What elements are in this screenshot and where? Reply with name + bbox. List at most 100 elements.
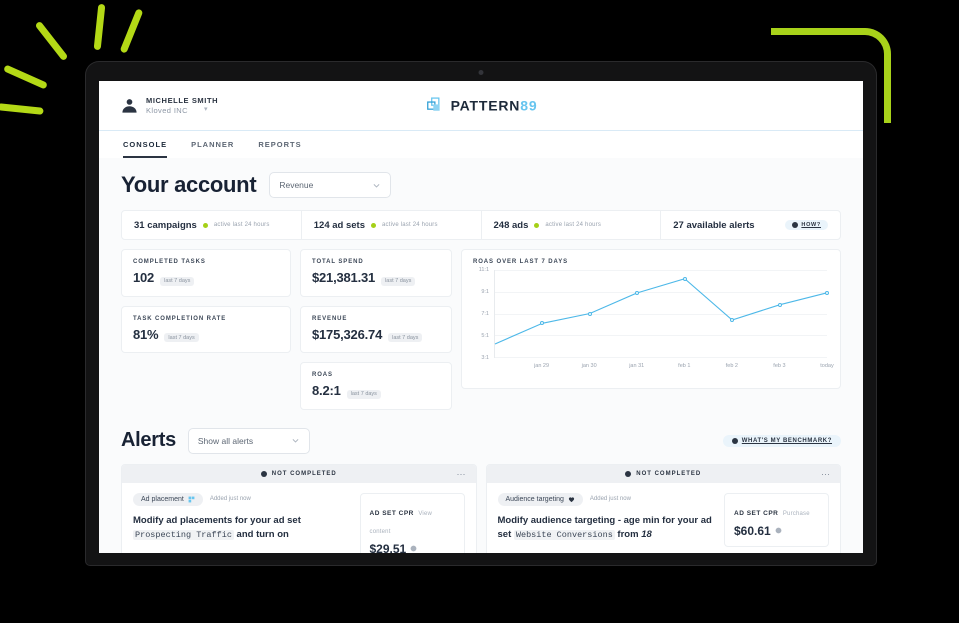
how-button[interactable]: HOW?	[785, 220, 828, 230]
roas-chart-card: ROAS OVER LAST 7 DAYS 3:1 5:1 7:1 9:1 11:1 j…	[461, 249, 841, 389]
question-dot-icon	[731, 437, 738, 444]
alert-code-token: Website Conversions	[513, 530, 615, 541]
alerts-count: 27 available alerts	[673, 219, 755, 231]
info-circle-icon[interactable]	[775, 527, 782, 534]
chart-x-tick-label: feb 1	[678, 363, 691, 369]
tab-console[interactable]: CONSOLE	[123, 140, 168, 158]
chart-gridline	[495, 357, 827, 358]
campaigns-count: 31 campaigns	[134, 219, 197, 231]
metric-period: last 7 days	[346, 389, 381, 399]
status-badge: NOT COMPLETED	[636, 470, 702, 477]
laptop-mockup: MICHELLE SMITH Kloved INC ▾ PATTERN89 CO…	[86, 62, 876, 565]
tab-planner[interactable]: PLANNER	[191, 140, 234, 158]
alert-added-time: Added just now	[589, 496, 631, 502]
chart-y-axis: 3:1 5:1 7:1 9:1 11:1	[473, 267, 492, 361]
metric-label: TOTAL SPEND	[312, 259, 364, 265]
alert-value-italic: 18	[641, 529, 652, 541]
account-switcher[interactable]: MICHELLE SMITH Kloved INC ▾	[121, 96, 218, 115]
metrics-and-chart: COMPLETED TASKS 102 last 7 days TASK COM…	[121, 249, 841, 410]
alerts-title: Alerts	[121, 429, 176, 451]
cpr-kind: Purchase	[782, 510, 810, 517]
info-circle-icon[interactable]	[410, 545, 417, 552]
chart-x-axis: jan 29 jan 30 jan 31 feb 1 feb 2 feb 3 today	[494, 360, 834, 374]
chevron-down-icon	[292, 439, 299, 443]
chart-y-tick-label: 9:1	[481, 289, 489, 295]
chart-x-tick-label: feb 3	[773, 363, 786, 369]
metric-card-completed-tasks: COMPLETED TASKS 102 last 7 days	[121, 249, 291, 297]
benchmark-button[interactable]: WHAT'S MY BENCHMARK?	[722, 434, 841, 447]
chart-data-point	[540, 321, 545, 326]
page-title: Your account	[121, 172, 257, 197]
tab-reports[interactable]: REPORTS	[258, 140, 301, 158]
metric-label: TASK COMPLETION RATE	[133, 315, 227, 322]
status-badge: NOT COMPLETED	[271, 470, 337, 477]
alert-text: Modify audience targeting - age min for …	[497, 514, 712, 541]
audience-target-icon	[568, 496, 575, 502]
main-content: Your account Revenue 31 campaigns active…	[99, 158, 863, 553]
user-name: MICHELLE SMITH	[146, 96, 219, 106]
webcam-icon	[478, 70, 484, 75]
green-status-dot	[534, 222, 540, 228]
chart-data-point	[825, 290, 829, 295]
company-name: Kloved INC	[146, 105, 188, 115]
cpr-value: $29.51	[369, 541, 407, 554]
chart-data-point	[587, 311, 592, 316]
metric-value: 8.2:1	[312, 383, 341, 398]
ad-sets-count: 124 ad sets	[313, 219, 365, 231]
chart-y-tick-label: 3:1	[481, 355, 489, 361]
metric-period: last 7 days	[160, 276, 195, 286]
metric-label: ROAS	[312, 372, 333, 378]
laptop-screen: MICHELLE SMITH Kloved INC ▾ PATTERN89 CO…	[99, 81, 863, 553]
brand-name: PATTERN89	[450, 97, 538, 114]
chevron-down-icon: ▾	[203, 105, 208, 113]
chart-x-tick-label: jan 31	[629, 363, 645, 369]
question-dot-icon	[792, 222, 799, 228]
metric-card-roas: ROAS 8.2:1 last 7 days	[300, 362, 452, 410]
summary-ads: 248 ads active last 24 hours	[482, 211, 662, 239]
alert-tag-label: Ad placement	[141, 495, 184, 503]
metrics-column-middle: TOTAL SPEND $21,381.31 last 7 days REVEN…	[300, 249, 452, 410]
pattern-squares-icon	[427, 96, 440, 111]
summary-alerts: 27 available alerts HOW?	[661, 211, 840, 239]
laptop-lid: MICHELLE SMITH Kloved INC ▾ PATTERN89 CO…	[86, 62, 876, 565]
chart-data-point	[730, 318, 735, 323]
app-header: MICHELLE SMITH Kloved INC ▾ PATTERN89	[99, 81, 863, 131]
alert-added-time: Added just now	[209, 496, 251, 502]
alert-tag-label: Audience targeting	[505, 495, 564, 503]
brand-logo: PATTERN89	[425, 96, 538, 115]
campaigns-sub: active last 24 hours	[213, 222, 270, 228]
metric-card-task-completion-rate: TASK COMPLETION RATE 81% last 7 days	[121, 305, 291, 353]
green-status-dot	[370, 222, 376, 228]
account-summary-strip: 31 campaigns active last 24 hours 124 ad…	[121, 210, 841, 240]
alerts-header: Alerts Show all alerts WHAT'S MY BENCHMA…	[121, 427, 841, 454]
alert-code-token: Prospecting Traffic	[133, 530, 234, 541]
alert-card[interactable]: NOT COMPLETED ⋯ Audience targeting Added…	[485, 463, 841, 553]
summary-campaigns: 31 campaigns active last 24 hours	[122, 211, 302, 239]
alerts-filter-select[interactable]: Show all alerts	[187, 427, 310, 454]
alert-cpr-box: AD SET CPR View content $29.51	[359, 492, 465, 554]
status-dot-icon	[260, 470, 267, 477]
metric-period: last 7 days	[381, 276, 416, 286]
green-status-dot	[202, 222, 208, 228]
alert-text: Modify ad placements for your ad set Pro…	[133, 514, 301, 541]
alert-tag[interactable]: Audience targeting	[497, 492, 583, 506]
metric-value: 102	[133, 270, 155, 285]
metric-period: last 7 days	[164, 333, 199, 342]
main-nav-tabs: CONSOLE PLANNER REPORTS	[99, 131, 863, 158]
alert-card[interactable]: NOT COMPLETED ⋯ Ad placement Added just …	[121, 463, 477, 554]
chart-area: 3:1 5:1 7:1 9:1 11:1 jan 29 jan 30 jan 31 feb 1…	[473, 267, 834, 374]
chart-data-point	[682, 276, 687, 281]
metric-label: REVENUE	[312, 315, 348, 322]
chart-y-tick-label: 5:1	[481, 333, 489, 339]
placement-grid-icon	[188, 496, 195, 502]
alert-cpr-box: AD SET CPR Purchase $60.61	[724, 492, 829, 547]
user-avatar-icon	[122, 99, 137, 113]
chart-x-tick-label: feb 2	[725, 363, 738, 369]
metric-label: COMPLETED TASKS	[133, 259, 206, 265]
ads-count: 248 ads	[493, 219, 529, 231]
alert-tag[interactable]: Ad placement	[133, 492, 203, 506]
chart-x-tick-label: today	[820, 363, 834, 369]
metric-value: 81%	[133, 326, 159, 342]
metric-select[interactable]: Revenue	[269, 172, 392, 198]
alerts-grid: NOT COMPLETED ⋯ Ad placement Added just …	[121, 463, 841, 554]
